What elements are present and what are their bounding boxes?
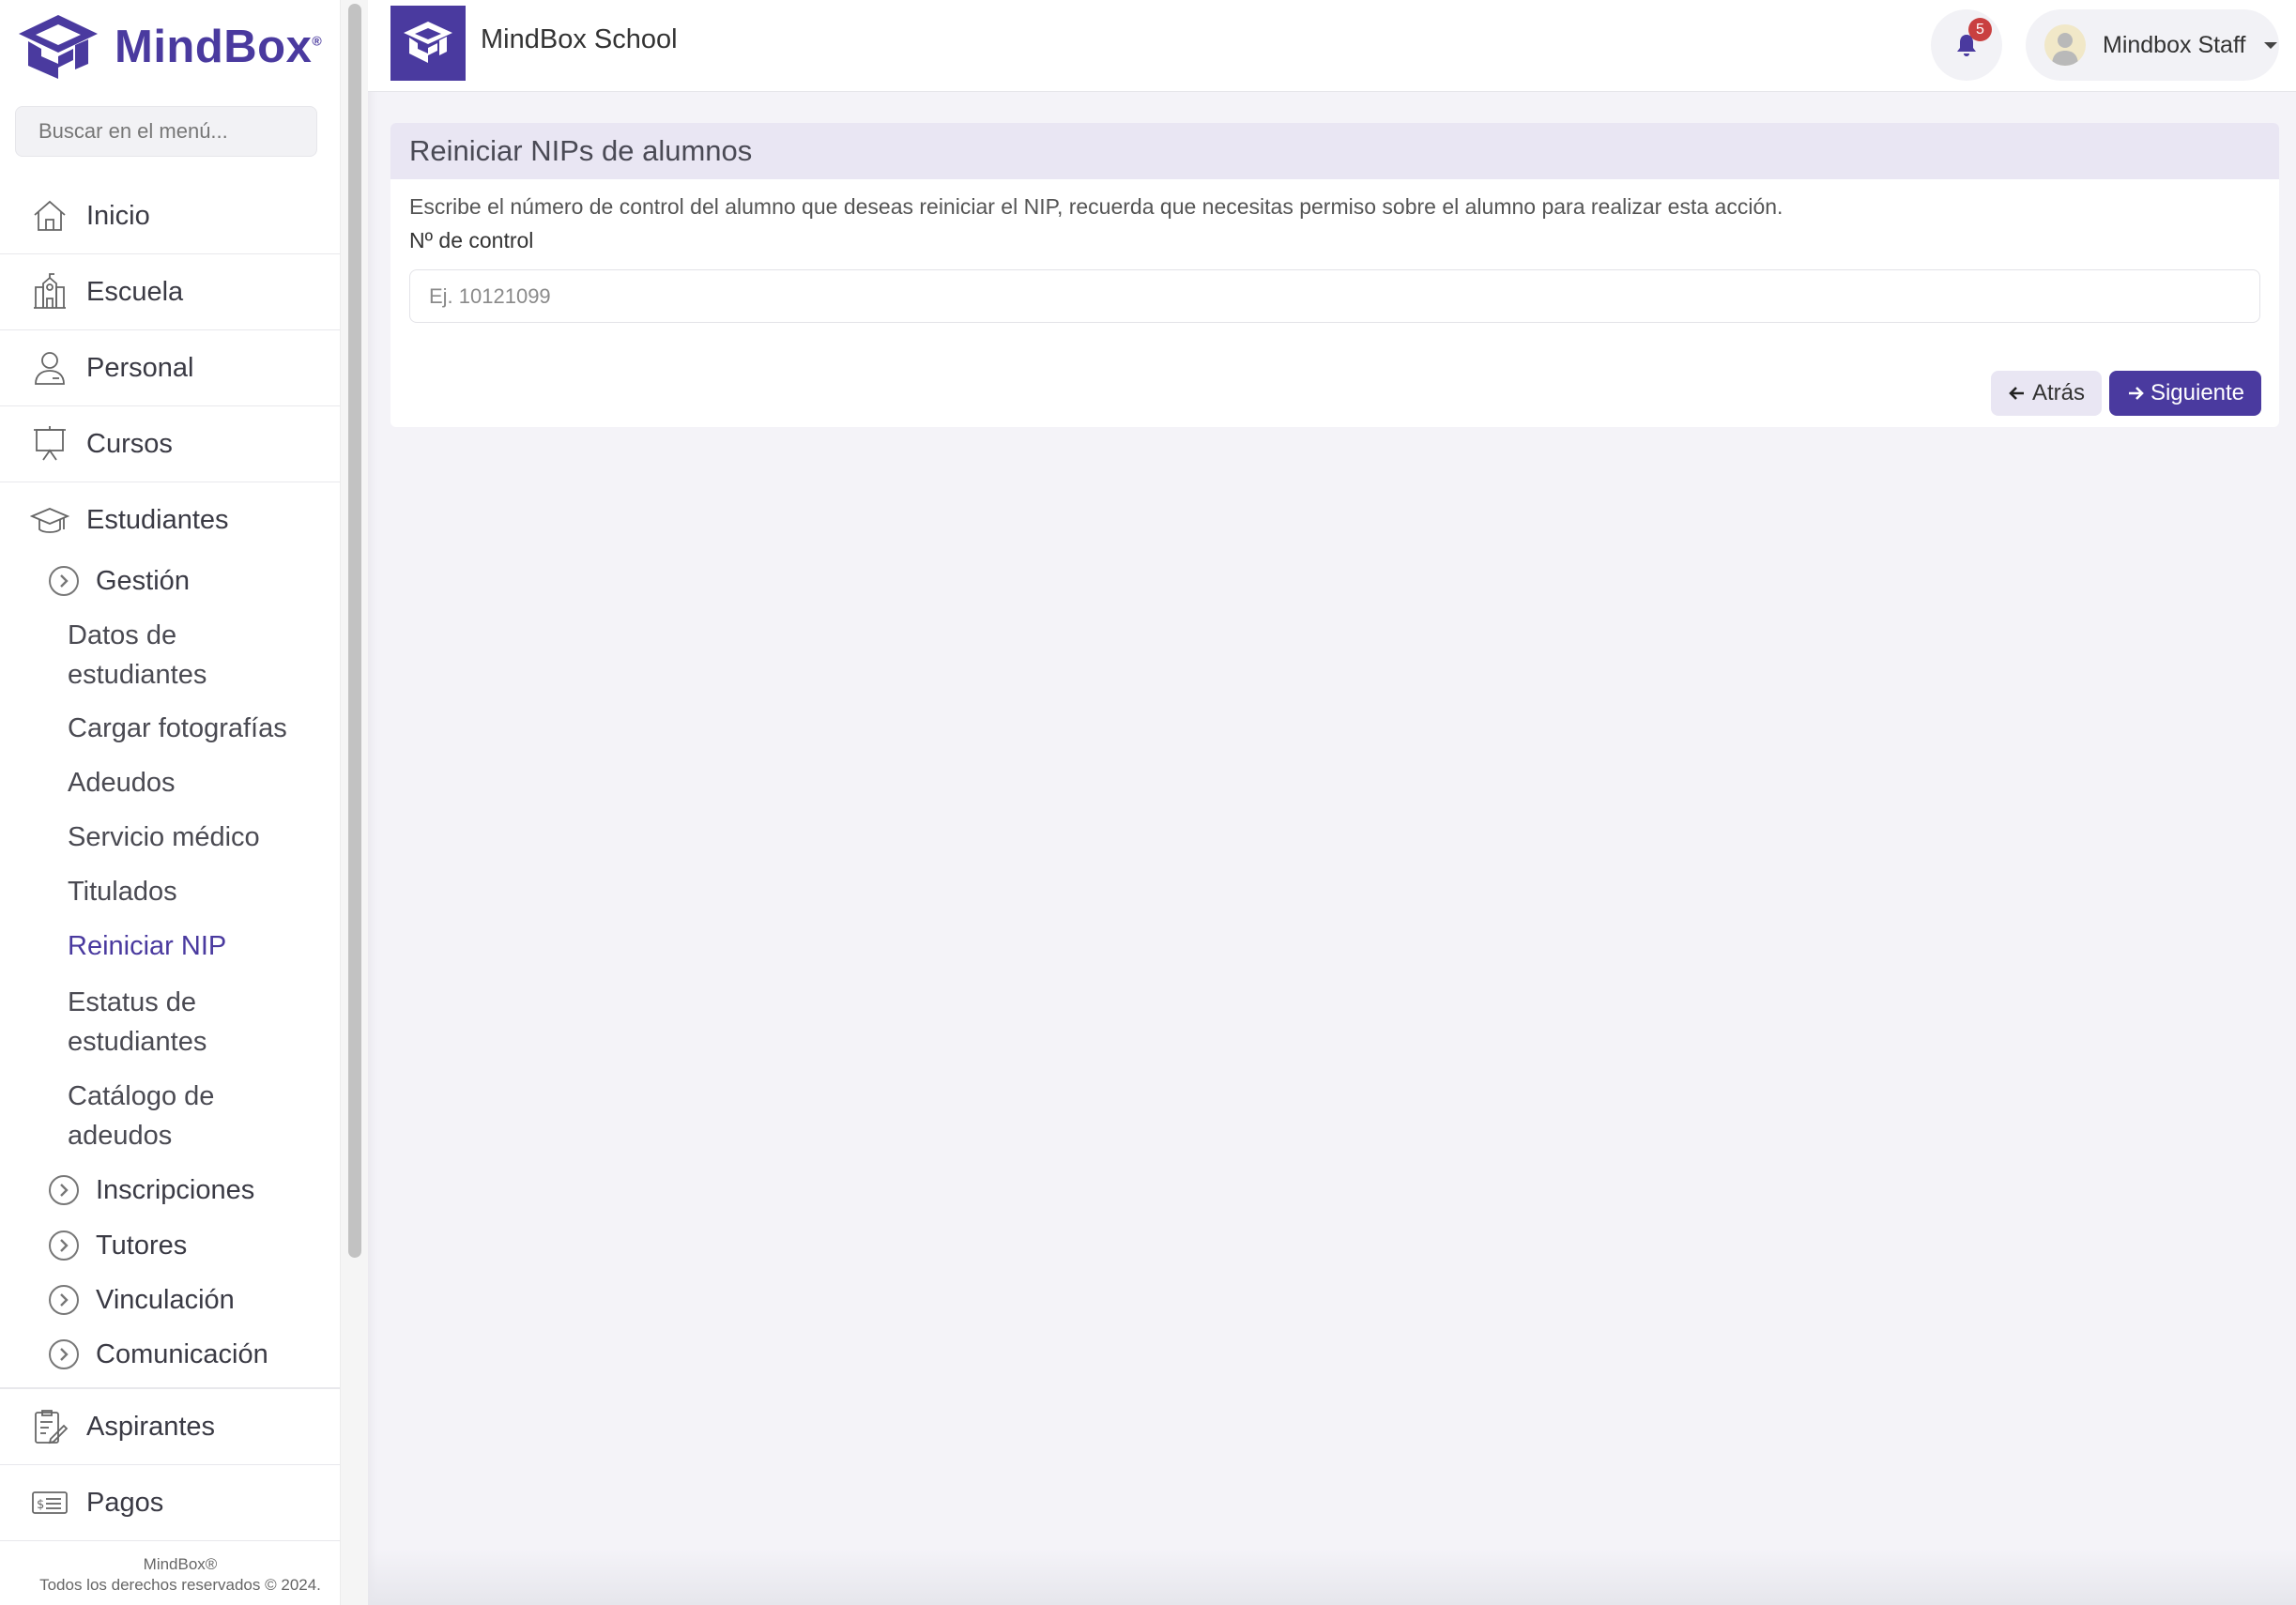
sidebar-item-label: Inicio	[86, 200, 150, 231]
presentation-icon	[28, 422, 71, 466]
sidebar-link-reiniciar-nip[interactable]: Reiniciar NIP	[68, 926, 321, 966]
sidebar-group-comunicacion[interactable]: Comunicación	[49, 1331, 268, 1378]
sidebar-group-label: Tutores	[96, 1230, 188, 1261]
back-button[interactable]: Atrás	[1991, 371, 2102, 416]
sidebar-item-label: Escuela	[86, 276, 184, 307]
school-name: MindBox School	[481, 24, 678, 54]
graduation-cap-icon	[28, 499, 71, 543]
arrow-left-icon	[2009, 387, 2024, 400]
sidebar-content: MindBox® Inicio Escuela Personal	[0, 0, 340, 1605]
control-number-input[interactable]	[409, 269, 2260, 323]
sidebar-group-inscripciones[interactable]: Inscripciones	[49, 1167, 254, 1214]
chevron-right-icon	[49, 566, 79, 596]
avatar	[2044, 24, 2086, 66]
sidebar-item-aspirantes[interactable]: Aspirantes	[0, 1389, 340, 1465]
person-icon	[28, 346, 71, 390]
sidebar-item-label: Aspirantes	[86, 1411, 216, 1442]
caret-down-icon	[2264, 41, 2278, 49]
school-logo[interactable]	[390, 6, 466, 81]
sidebar-item-cursos[interactable]: Cursos	[0, 406, 340, 482]
payment-icon: $	[28, 1481, 71, 1524]
clipboard-edit-icon	[28, 1405, 71, 1448]
back-button-label: Atrás	[2031, 380, 2085, 405]
next-button-label: Siguiente	[2150, 380, 2245, 405]
control-number-label: Nº de control	[409, 228, 534, 252]
mindbox-logo-icon	[19, 15, 98, 79]
sidebar-link-servicio-medico[interactable]: Servicio médico	[68, 818, 321, 857]
sidebar-item-label: Cursos	[86, 428, 173, 459]
notifications-button[interactable]: 5	[1931, 9, 2002, 81]
chevron-right-icon	[49, 1285, 79, 1315]
arrow-right-icon	[2128, 387, 2144, 400]
mindbox-logo-icon	[404, 22, 452, 63]
reset-nip-card: Reiniciar NIPs de alumnos Escribe el núm…	[390, 123, 2279, 427]
sidebar-item-pagos[interactable]: $ Pagos	[0, 1465, 340, 1541]
sidebar-item-personal[interactable]: Personal	[0, 330, 340, 406]
sidebar-group-label: Inscripciones	[96, 1174, 255, 1205]
footer-copyright: Todos los derechos reservados © 2024.	[39, 1576, 321, 1594]
sidebar-group-label: Comunicación	[96, 1338, 268, 1369]
sidebar-item-estudiantes[interactable]: Estudiantes	[0, 482, 340, 558]
sidebar-link-estatus-estudiantes[interactable]: Estatus de estudiantes	[68, 983, 321, 1062]
sidebar-footer: MindBox® Todos los derechos reservados ©…	[0, 1554, 360, 1596]
card-title: Reiniciar NIPs de alumnos	[390, 123, 2279, 179]
notifications-count-badge: 5	[1968, 18, 1992, 41]
menu-search-input[interactable]	[15, 106, 317, 157]
svg-text:$: $	[37, 1498, 44, 1512]
home-icon	[28, 194, 71, 237]
chevron-right-icon	[49, 1339, 79, 1369]
sidebar-link-titulados[interactable]: Titulados	[68, 872, 321, 911]
sidebar-group-label: Gestión	[96, 565, 190, 596]
user-name: Mindbox Staff	[2103, 31, 2246, 58]
sidebar-item-escuela[interactable]: Escuela	[0, 254, 340, 330]
chevron-right-icon	[49, 1230, 79, 1261]
sidebar: MindBox® Inicio Escuela Personal	[0, 0, 368, 1605]
sidebar-scrollbar-thumb[interactable]	[348, 4, 361, 1258]
next-button[interactable]: Siguiente	[2109, 371, 2261, 416]
card-description: Escribe el número de control del alumno …	[409, 194, 1783, 219]
sidebar-link-cargar-fotografias[interactable]: Cargar fotografías	[68, 709, 321, 748]
page-bottom-shade	[368, 1549, 2296, 1605]
user-menu-button[interactable]: Mindbox Staff	[2026, 9, 2279, 81]
sidebar-scrollbar[interactable]	[340, 0, 368, 1605]
topbar: MindBox School 5 Mindbox Staff	[368, 0, 2296, 92]
brand-logo[interactable]: MindBox®	[15, 11, 322, 83]
chevron-right-icon	[49, 1175, 79, 1205]
user-avatar-icon	[2052, 33, 2078, 66]
footer-brand: MindBox®	[143, 1555, 218, 1573]
sidebar-group-vinculacion[interactable]: Vinculación	[49, 1276, 235, 1323]
sidebar-link-catalogo-adeudos[interactable]: Catálogo de adeudos	[68, 1077, 321, 1155]
school-icon	[28, 270, 71, 313]
sidebar-group-tutores[interactable]: Tutores	[49, 1222, 187, 1269]
sidebar-item-label: Personal	[86, 352, 194, 383]
sidebar-item-label: Estudiantes	[86, 505, 229, 535]
sidebar-item-label: Pagos	[86, 1487, 164, 1518]
sidebar-group-label: Vinculación	[96, 1284, 235, 1315]
brand-name: MindBox®	[115, 22, 323, 72]
sidebar-group-gestion[interactable]: Gestión	[49, 558, 190, 604]
sidebar-link-adeudos[interactable]: Adeudos	[68, 763, 321, 802]
sidebar-item-inicio[interactable]: Inicio	[0, 178, 340, 254]
sidebar-link-datos-estudiantes[interactable]: Datos de estudiantes	[68, 616, 321, 695]
